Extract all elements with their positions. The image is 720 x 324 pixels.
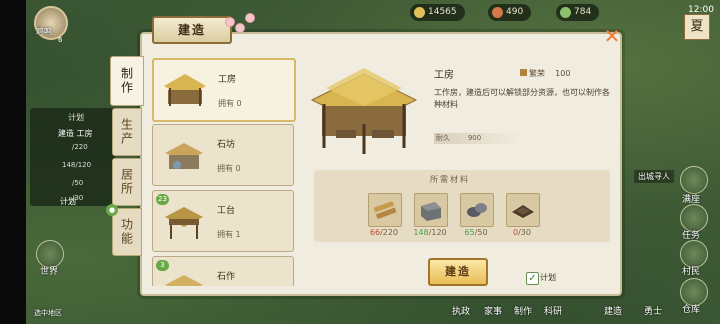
coin-icon: [414, 7, 425, 18]
plan-checkbox-label: 计划: [540, 273, 556, 282]
workshop-illustration: [310, 68, 418, 154]
durability: 耐久 900: [434, 133, 522, 144]
workbench-thumbnail: [165, 207, 203, 239]
tab-production[interactable]: 生产: [112, 108, 142, 156]
detail-name: 工房: [434, 70, 454, 81]
bottom-tab-0[interactable]: 执政: [452, 304, 470, 317]
list-item[interactable]: 石坊 拥有 0: [152, 124, 294, 186]
ore-icon[interactable]: [460, 193, 494, 227]
bottom-tab-5[interactable]: 勇士: [644, 304, 662, 317]
dialog-title: 建造: [152, 16, 232, 44]
blossom-decoration: [226, 18, 234, 26]
bottom-tab-2[interactable]: 制作: [514, 304, 532, 317]
material-count: 65/50: [464, 228, 488, 237]
list-item[interactable]: 23 工台 拥有 1: [152, 190, 294, 252]
prosperity-icon: [520, 69, 527, 76]
soil-icon[interactable]: [506, 193, 540, 227]
left-letterbox: [0, 0, 26, 324]
villager-label: 村民: [682, 267, 701, 277]
wood-planks-icon[interactable]: [368, 193, 402, 227]
manor-label: 满座: [682, 195, 701, 205]
tab-craft[interactable]: 制作: [110, 56, 144, 106]
stone-works-thumbnail: [165, 275, 203, 286]
material-count: 148/120: [413, 228, 447, 237]
building-name: 石作: [217, 272, 236, 282]
material-count: 66/220: [369, 228, 399, 237]
prosperity-value: 繁荣 100: [520, 68, 570, 79]
bottom-tab-4[interactable]: 建造: [604, 304, 622, 317]
building-name: 石坊: [217, 140, 236, 150]
blossom-decoration: [246, 14, 254, 22]
plan-title: 计划: [68, 113, 84, 122]
player-name: 鸡鸣: [36, 27, 52, 36]
workshop-thumbnail: [164, 74, 206, 106]
plan-item[interactable]: 建造 工房: [58, 128, 93, 139]
material-count: 0/30: [513, 228, 531, 237]
building-name: 工房: [218, 75, 237, 85]
resource-gold: 14565: [410, 4, 465, 21]
plan-cost-1: /220: [72, 143, 88, 151]
blossom-decoration: [236, 24, 244, 32]
plan-cost-2: 148/120: [62, 161, 92, 169]
stone-workshop-thumbnail: [165, 143, 203, 169]
warehouse-label: 仓库: [682, 305, 701, 315]
tab-function[interactable]: 功能: [112, 208, 142, 256]
plan-label: 计划: [60, 197, 76, 206]
tab-notify-badge: ●: [106, 204, 118, 216]
world-label: 世界: [40, 267, 59, 277]
building-owned: 拥有 0: [218, 99, 242, 108]
food-icon: [492, 7, 503, 18]
tab-housing[interactable]: 居所: [112, 158, 142, 206]
list-item[interactable]: 3 石作: [152, 256, 294, 286]
building-owned: 拥有 0: [217, 164, 241, 173]
people-icon: [560, 7, 571, 18]
season-button[interactable]: 夏: [684, 14, 710, 40]
resource-people: 784: [556, 4, 600, 21]
plan-checkbox[interactable]: ✓: [526, 272, 539, 285]
building-list[interactable]: 工房 拥有 0 石坊 拥有 0 23 工台 拥有 1 3 石作: [152, 56, 296, 286]
build-button[interactable]: 建造: [428, 258, 488, 286]
plan-cost-3: /50: [72, 179, 84, 187]
building-name: 工台: [217, 206, 236, 216]
stone-block-icon[interactable]: [414, 193, 448, 227]
manor-button[interactable]: [680, 166, 708, 194]
bottom-tab-3[interactable]: 科研: [544, 304, 562, 317]
player-level: 6: [58, 36, 63, 44]
close-icon[interactable]: ✕: [602, 26, 622, 46]
region-label: 选中地区: [34, 309, 62, 317]
list-item[interactable]: 工房 拥有 0: [152, 58, 296, 122]
resource-food: 490: [488, 4, 532, 21]
bottom-tab-1[interactable]: 家事: [484, 304, 502, 317]
materials-title: 所需材料: [430, 175, 470, 184]
building-owned: 拥有 1: [217, 230, 241, 239]
task-label: 任务: [682, 231, 701, 241]
quest-banner[interactable]: 出城寻人: [634, 170, 674, 183]
detail-description: 工作房，建造后可以解锁部分资源，也可以制作各种材料: [434, 88, 610, 109]
